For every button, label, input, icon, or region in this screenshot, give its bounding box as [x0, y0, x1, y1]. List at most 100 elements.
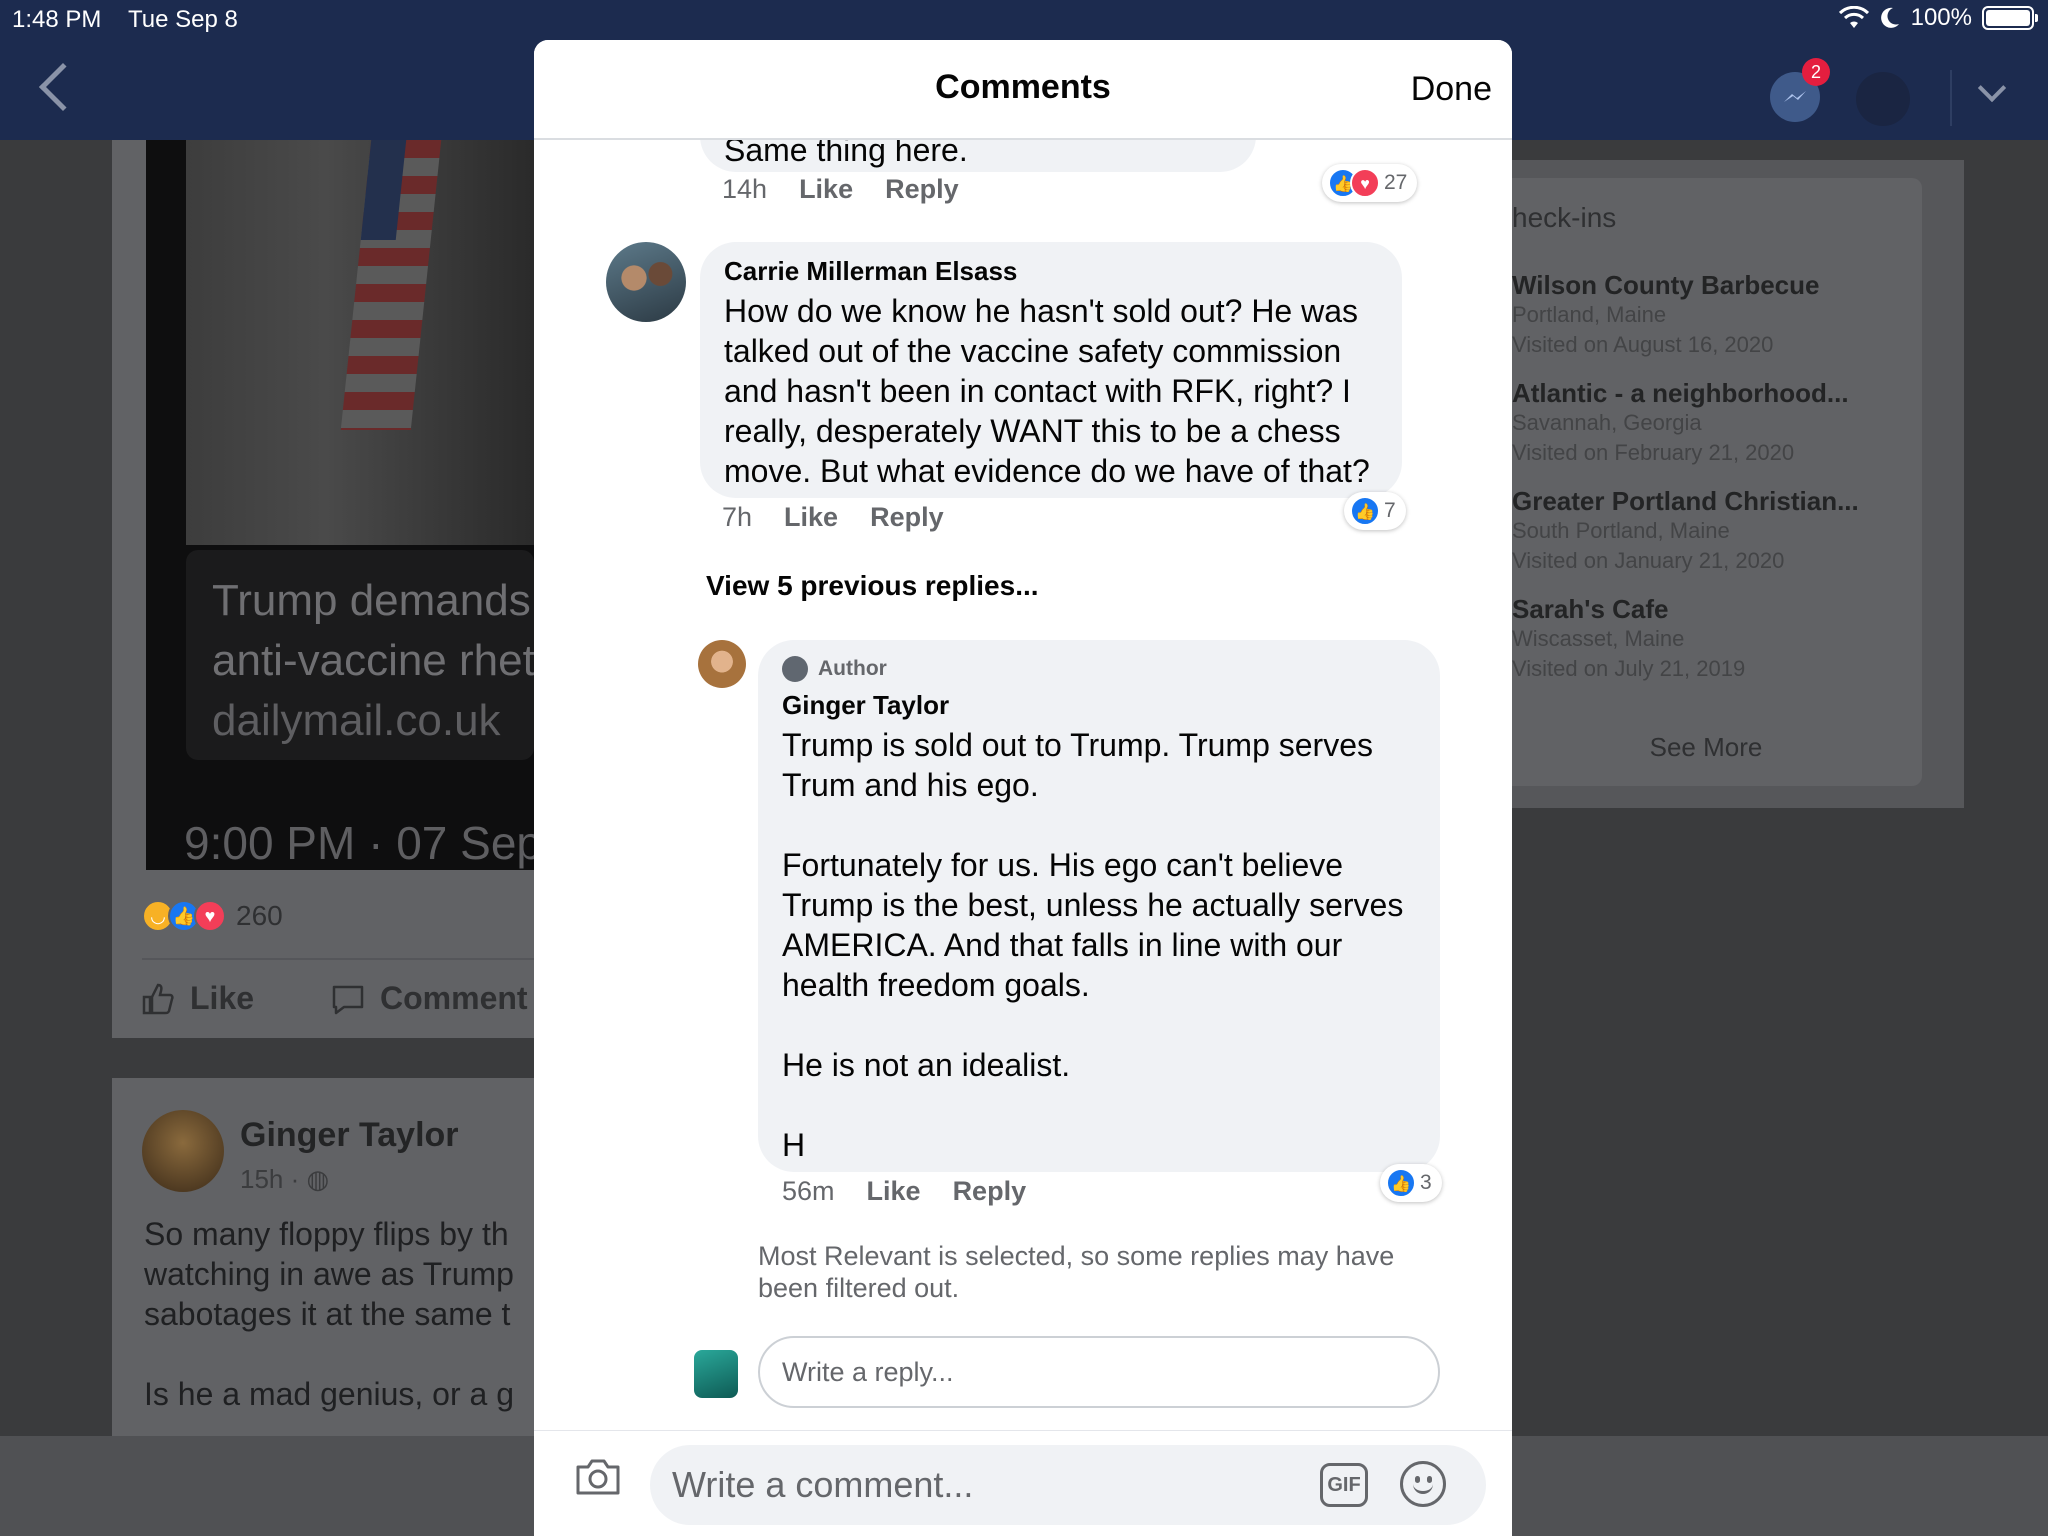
done-button[interactable]: Done	[1411, 70, 1492, 109]
reply-input[interactable]	[758, 1336, 1440, 1408]
like-label: Like	[190, 980, 255, 1016]
checkin-item[interactable]: Atlantic - a neighborhood... Savannah, G…	[1512, 378, 1849, 468]
checkin-item[interactable]: Wilson County Barbecue Portland, Maine V…	[1512, 270, 1819, 360]
comment-bubble: Carrie Millerman Elsass How do we know h…	[700, 242, 1402, 498]
commenter-name[interactable]: Carrie Millerman Elsass	[724, 256, 1378, 287]
comment-text: How do we know he hasn't sold out? He wa…	[724, 293, 1370, 489]
checkin-place: Savannah, Georgia	[1512, 410, 1702, 435]
nav-divider	[1950, 70, 1952, 126]
comment-button[interactable]: Comment	[330, 980, 528, 1017]
like-icon: 👍	[1386, 1168, 1416, 1198]
status-bar: 1:48 PM Tue Sep 8 100%	[0, 0, 2048, 40]
current-user-avatar	[694, 1350, 738, 1398]
love-icon: ♥	[194, 900, 226, 932]
comment-like-button[interactable]: Like	[799, 174, 853, 205]
comment-icon	[332, 985, 364, 1014]
checkin-item[interactable]: Sarah's Cafe Wiscasset, Maine Visited on…	[1512, 594, 1745, 684]
reaction-count: 3	[1420, 1171, 1432, 1194]
status-date: Tue Sep 8	[128, 6, 238, 33]
comment-actions: 14h Like Reply	[722, 174, 959, 205]
profile-avatar[interactable]	[1856, 72, 1910, 126]
author-badge-icon	[782, 656, 808, 682]
post-time: 15h ·	[240, 1164, 300, 1194]
modal-title: Comments	[935, 68, 1111, 106]
comment-reactions[interactable]: 👍 ♥ 27	[1322, 164, 1418, 202]
reaction-count: 260	[236, 900, 283, 931]
reaction-count: 27	[1384, 171, 1408, 194]
checkins-panel: heck-ins Wilson County Barbecue Portland…	[1490, 178, 1922, 786]
reply-bubble: Author Ginger Taylor Trump is sold out t…	[758, 640, 1440, 1172]
checkin-name: Wilson County Barbecue	[1512, 270, 1820, 300]
checkin-date: Visited on July 21, 2019	[1512, 656, 1746, 681]
comment-time: 14h	[722, 174, 768, 204]
post-reactions[interactable]: ◡ 👍 ♥ 260	[142, 900, 283, 932]
filter-note: Most Relevant is selected, so some repli…	[758, 1241, 1395, 1303]
checkin-place: South Portland, Maine	[1512, 518, 1730, 543]
link-title-line1: Trump demands	[212, 576, 531, 625]
comment-reply-button[interactable]: Reply	[870, 502, 944, 533]
comment-actions: 7h Like Reply	[722, 502, 944, 533]
post-author-name[interactable]: Ginger Taylor	[240, 1116, 459, 1155]
comment-reply-button[interactable]: Reply	[885, 174, 959, 205]
comments-modal: Comments Done Same thing here. 14h Like …	[534, 40, 1512, 1536]
battery-percent: 100%	[1910, 4, 1972, 31]
reply-reply-button[interactable]: Reply	[953, 1176, 1027, 1207]
status-time: 1:48 PM	[12, 6, 102, 33]
wifi-icon	[1838, 6, 1869, 28]
like-button[interactable]: Like	[140, 980, 254, 1017]
link-preview[interactable]: Trump demands anti-vaccine rhet dailymai…	[146, 140, 534, 870]
post-text: So many floppy flips by th watching in a…	[144, 1216, 514, 1412]
chevron-down-icon[interactable]	[1977, 73, 2007, 103]
back-chevron-icon[interactable]	[38, 62, 88, 112]
checkin-item[interactable]: Greater Portland Christian... South Port…	[1512, 486, 1859, 576]
reply-time: 56m	[782, 1176, 835, 1206]
comment-composer: GIF	[534, 1430, 1512, 1536]
author-label: Author	[818, 657, 887, 680]
comment-time: 7h	[722, 502, 753, 532]
comment-box: GIF	[650, 1445, 1486, 1525]
author-tag: Author	[782, 656, 1416, 682]
reply-author-name[interactable]: Ginger Taylor	[782, 690, 1416, 721]
checkin-name: Atlantic - a neighborhood...	[1512, 378, 1849, 408]
gif-icon[interactable]: GIF	[1320, 1463, 1368, 1507]
status-right: 100%	[1838, 4, 2038, 32]
reply-text: Trump is sold out to Trump. Trump serves…	[782, 727, 1404, 1163]
tweet-timestamp: 9:00 PM · 07 Sep	[184, 817, 534, 869]
comment-like-button[interactable]: Like	[784, 502, 838, 533]
battery-icon	[1982, 6, 2038, 30]
comment-reactions[interactable]: 👍 7	[1344, 492, 1406, 530]
checkin-date: Visited on August 16, 2020	[1512, 332, 1774, 357]
reply-actions: 56m Like Reply	[782, 1176, 1026, 1207]
reply-author-avatar[interactable]	[698, 640, 746, 688]
thumbs-up-icon	[142, 983, 174, 1014]
camera-icon[interactable]	[574, 1453, 622, 1501]
checkin-date: Visited on January 21, 2020	[1512, 548, 1785, 573]
reaction-count: 7	[1384, 499, 1396, 522]
checkin-name: Greater Portland Christian...	[1512, 486, 1859, 516]
link-title-line2: anti-vaccine rhet	[212, 636, 534, 685]
divider	[142, 958, 534, 960]
post-meta: 15h · ◍	[240, 1164, 329, 1195]
reply-like-button[interactable]: Like	[867, 1176, 921, 1207]
modal-header: Comments Done	[534, 40, 1512, 140]
globe-icon: ◍	[306, 1164, 330, 1194]
moon-icon	[1880, 7, 1899, 28]
commenter-avatar[interactable]	[606, 242, 686, 322]
post-photo	[186, 140, 534, 545]
post-author-avatar[interactable]	[142, 1110, 224, 1192]
checkin-place: Wiscasset, Maine	[1512, 626, 1685, 651]
love-icon: ♥	[1350, 168, 1380, 198]
messenger-badge: 2	[1802, 58, 1830, 86]
checkin-date: Visited on February 21, 2020	[1512, 440, 1795, 465]
like-icon: 👍	[1350, 496, 1380, 526]
flag-image	[340, 140, 442, 430]
comment-label: Comment	[380, 980, 528, 1016]
reply-reactions[interactable]: 👍 3	[1380, 1164, 1442, 1202]
emoji-icon[interactable]	[1400, 1461, 1446, 1507]
see-more-button[interactable]: See More	[1490, 732, 1922, 763]
link-domain: dailymail.co.uk	[212, 696, 501, 745]
comment-input[interactable]	[672, 1445, 1292, 1525]
view-previous-replies[interactable]: View 5 previous replies...	[706, 570, 1039, 602]
checkin-name: Sarah's Cafe	[1512, 594, 1669, 624]
checkin-place: Portland, Maine	[1512, 302, 1667, 327]
